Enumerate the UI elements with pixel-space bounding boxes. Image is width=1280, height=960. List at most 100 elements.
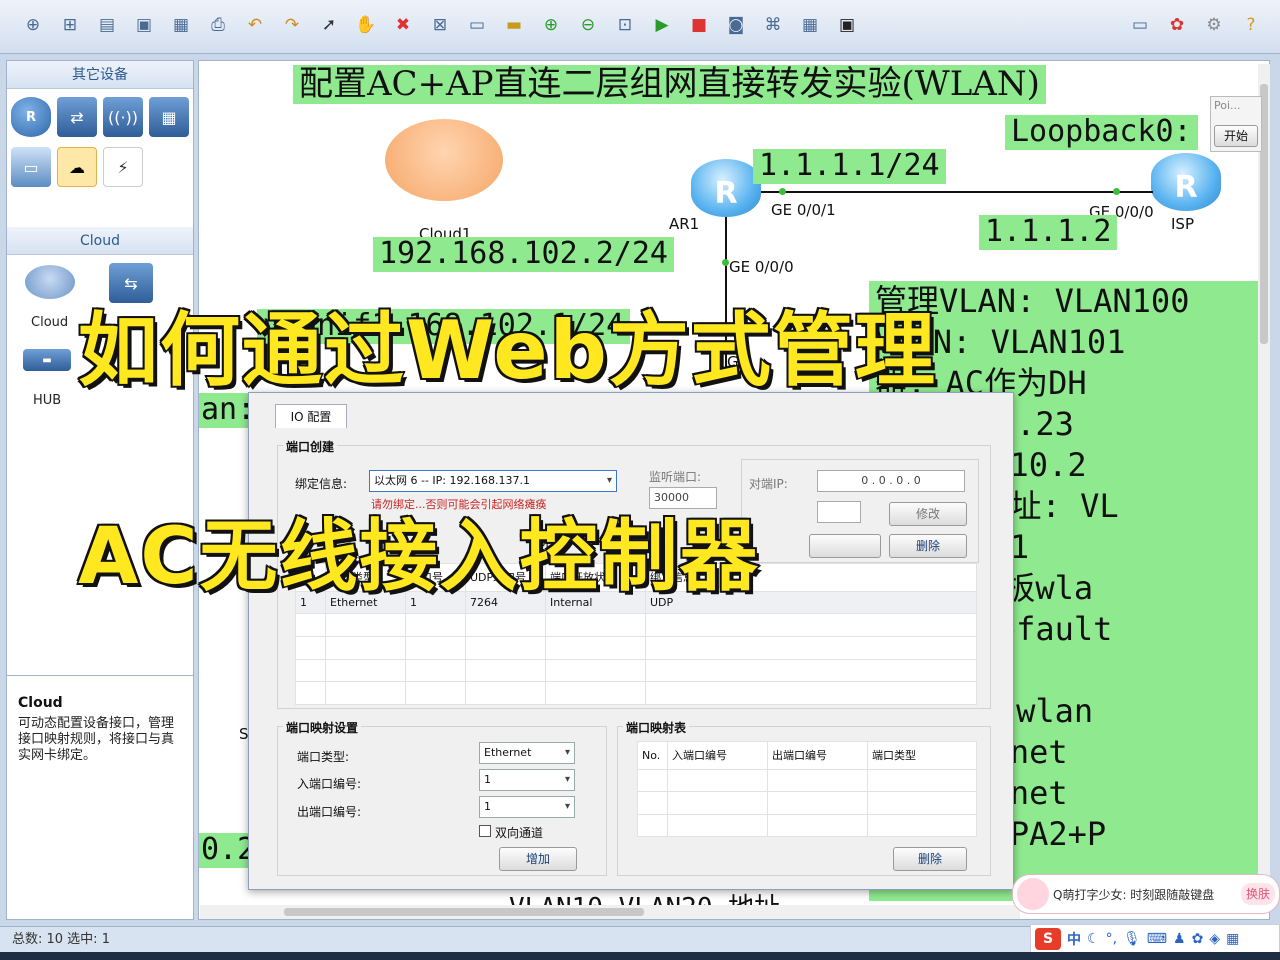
bind-select[interactable]: 以太网 6 -- IP: 192.168.137.1 ▾	[369, 470, 617, 492]
in-port-value: 1	[484, 773, 491, 786]
ar1-label: AR1	[669, 215, 700, 233]
router-icon[interactable]: R	[11, 97, 51, 137]
cloud1-icon[interactable]	[385, 119, 503, 201]
wlan-icon[interactable]: ((·))	[103, 97, 143, 137]
new-icon[interactable]: ⊞	[57, 12, 83, 38]
switch-skin-button[interactable]: 换肤	[1241, 883, 1275, 905]
topology-icon[interactable]: ⌘	[760, 12, 786, 38]
section-other-devices[interactable]: 其它设备	[7, 61, 193, 89]
add-button[interactable]: 增加	[499, 847, 577, 871]
game-icon[interactable]: ◈	[1209, 931, 1220, 947]
ge000-ar1-label: GE 0/0/0	[729, 258, 794, 276]
port-type-label: 端口类型:	[297, 750, 350, 764]
cloud-device-icon[interactable]	[25, 265, 75, 299]
moon-icon[interactable]: ☾	[1087, 931, 1100, 947]
map-delete-button[interactable]: 删除	[893, 847, 967, 871]
status-text: 总数: 10 选中: 1	[12, 932, 110, 947]
chat-notification[interactable]: Q萌打字少女: 时刻跟随敲键盘 换肤	[1012, 874, 1280, 914]
port-indicator	[1113, 188, 1120, 195]
zoom-out-icon[interactable]: ⊖	[575, 12, 601, 38]
popup-start-button[interactable]: 开始	[1214, 125, 1258, 147]
print-icon[interactable]: ⎙	[205, 12, 231, 38]
map-setting-title: 端口映射设置	[283, 719, 362, 736]
topology-title[interactable]: 配置AC+AP直连二层组网直接转发实验(WLAN)	[293, 64, 1046, 105]
save-as-icon[interactable]: ▦	[168, 12, 194, 38]
peer-ip-input[interactable]: 0 . 0 . 0 . 0	[817, 470, 965, 492]
out-port-label: 出端口编号:	[297, 805, 362, 819]
horizontal-scrollbar[interactable]	[200, 905, 1020, 919]
taskbar	[0, 952, 1280, 960]
popup-window[interactable]: Poi... 开始	[1210, 96, 1262, 152]
ip-label-cloud[interactable]: 192.168.102.2/24	[373, 236, 674, 272]
new-topology-icon[interactable]: ⊕	[20, 12, 46, 38]
capture-icon[interactable]: ◙	[723, 12, 749, 38]
cloud-category-icon[interactable]: ☁	[57, 147, 97, 187]
open-icon[interactable]: ▤	[94, 12, 120, 38]
section-cloud[interactable]: Cloud	[7, 227, 193, 255]
hand-icon[interactable]: ✋	[353, 12, 379, 38]
fit-icon[interactable]: ⊡	[612, 12, 638, 38]
ip-label-isp[interactable]: 1.1.1.2	[979, 214, 1118, 250]
in-port-select[interactable]: 1 ▾	[479, 769, 575, 791]
grid-menu-icon[interactable]: ▦	[1226, 931, 1239, 947]
listen-port-label: 监听端口:	[649, 470, 702, 484]
help-icon[interactable]: ?	[1238, 12, 1264, 38]
console-icon[interactable]: ▣	[834, 12, 860, 38]
huawei-icon[interactable]: ✿	[1164, 12, 1190, 38]
tab-io-config[interactable]: IO 配置	[275, 404, 347, 428]
out-port-value: 1	[484, 800, 491, 813]
vertical-scrollbar[interactable]	[1258, 64, 1270, 904]
skin-icon[interactable]: ✿	[1192, 931, 1204, 947]
pc-icon[interactable]: ▭	[11, 147, 51, 187]
save-icon[interactable]: ▣	[131, 12, 157, 38]
description-title: Cloud	[18, 695, 63, 711]
caption-line-2: AC无线接入控制器	[77, 511, 760, 604]
create-button[interactable]	[809, 534, 881, 558]
switch-icon[interactable]: ⇄	[57, 97, 97, 137]
mic-icon[interactable]: 🎙	[1123, 931, 1141, 947]
in-port-label: 入端口编号:	[297, 777, 362, 791]
col-header: No.	[637, 741, 668, 770]
out-port-select[interactable]: 1 ▾	[479, 796, 575, 818]
port-type-select[interactable]: Ethernet ▾	[479, 742, 575, 764]
rectangle-icon[interactable]: ▬	[501, 12, 527, 38]
isp-router-icon[interactable]: R	[1151, 153, 1221, 211]
ge001-label: GE 0/0/1	[771, 201, 836, 219]
ar1-router-icon[interactable]: R	[691, 159, 761, 217]
delete-button[interactable]: 删除	[889, 534, 967, 558]
modify-button[interactable]: 修改	[889, 502, 967, 526]
settings-icon[interactable]: ⚙	[1201, 12, 1227, 38]
start-icon[interactable]: ▶	[649, 12, 675, 38]
delete-all-icon[interactable]: ⊠	[427, 12, 453, 38]
loopback-label[interactable]: Loopback0:	[1005, 114, 1198, 150]
io-config-dialog: IO 配置 端口创建 绑定信息: 以太网 6 -- IP: 192.168.13…	[248, 392, 1014, 890]
select-icon[interactable]: ➚	[316, 12, 342, 38]
zoom-in-icon[interactable]: ⊕	[538, 12, 564, 38]
ip-label-ar1[interactable]: 1.1.1.1/24	[753, 148, 946, 184]
avatar	[1017, 878, 1049, 910]
stop-icon[interactable]: ■	[686, 12, 712, 38]
connection-icon[interactable]: ⚡	[103, 147, 143, 187]
text-icon[interactable]: ▭	[464, 12, 490, 38]
bind-label: 绑定信息:	[295, 477, 348, 491]
peer-port-input[interactable]	[817, 501, 861, 523]
link-ar1-isp[interactable]	[761, 191, 1153, 193]
undo-icon[interactable]: ↶	[242, 12, 268, 38]
firewall-icon[interactable]: ▦	[149, 97, 189, 137]
chat-icon[interactable]: ▭	[1127, 12, 1153, 38]
hub-device-icon[interactable]: ▬	[23, 349, 71, 371]
col-header: 出端口编号	[767, 741, 868, 770]
popup-title: Poi...	[1214, 99, 1241, 112]
redo-icon[interactable]: ↷	[279, 12, 305, 38]
keyboard-icon[interactable]: ⌨	[1147, 931, 1167, 947]
col-header: 入端口编号	[667, 741, 768, 770]
port-indicator	[722, 259, 729, 266]
delete-icon[interactable]: ✖	[390, 12, 416, 38]
map-table: No. 入端口编号 出端口编号 端口类型	[637, 741, 977, 837]
grid-icon[interactable]: ▦	[797, 12, 823, 38]
punctuation-icon[interactable]: °,	[1106, 931, 1117, 947]
ime-language[interactable]: 中	[1067, 929, 1081, 949]
user-icon[interactable]: ♟	[1173, 931, 1186, 947]
bidirectional-checkbox[interactable]	[479, 825, 491, 837]
ime-logo-icon[interactable]: S	[1035, 928, 1061, 950]
